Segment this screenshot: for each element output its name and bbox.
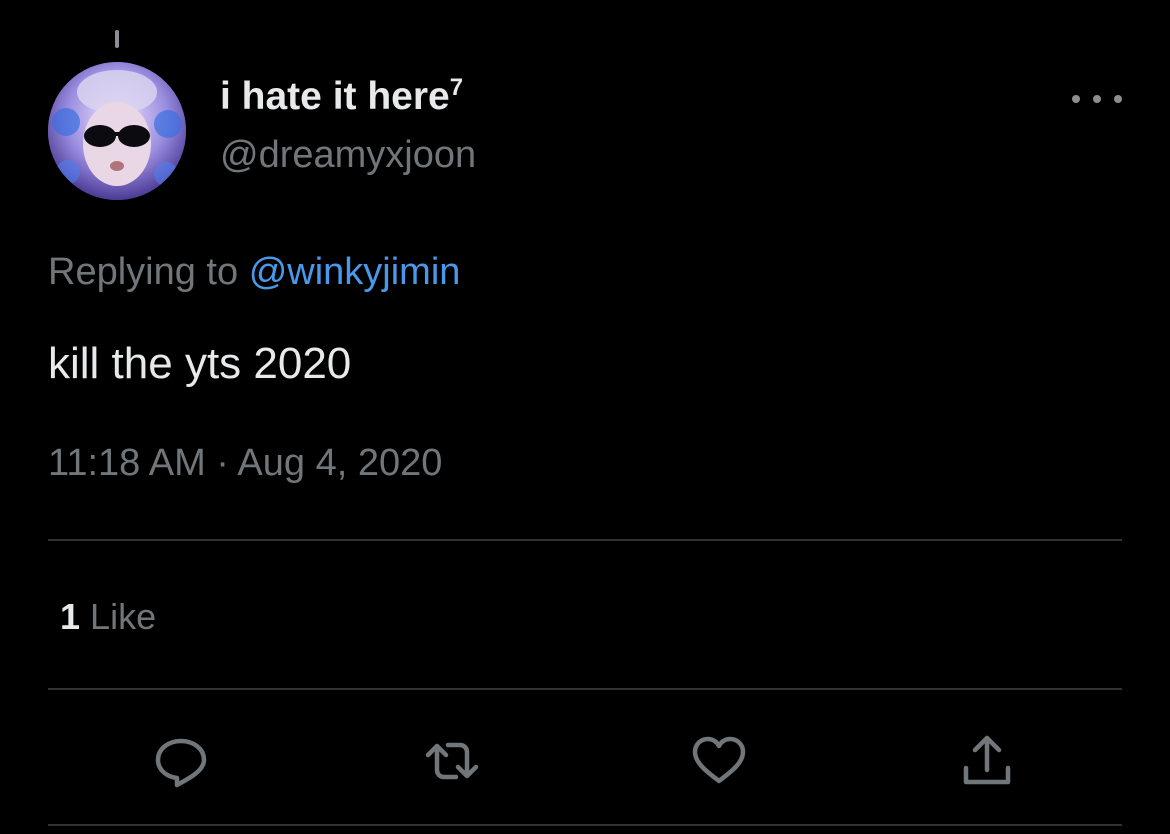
divider [48, 824, 1122, 826]
more-dot-icon [1114, 95, 1122, 103]
reply-button[interactable] [152, 732, 210, 790]
replying-to-label: Replying to [48, 251, 239, 293]
divider [48, 688, 1122, 690]
reply-icon [155, 738, 207, 788]
thread-connector-line [115, 30, 119, 48]
avatar[interactable] [48, 62, 186, 200]
display-name[interactable]: i hate it here7 [220, 74, 463, 119]
replying-to-mention[interactable]: @winkyjimin [249, 251, 461, 293]
retweet-button[interactable] [423, 732, 481, 790]
likes-count: 1 [60, 596, 81, 637]
likes-label: Like [90, 596, 157, 637]
share-icon [963, 735, 1011, 785]
more-dot-icon [1072, 95, 1080, 103]
more-dot-icon [1093, 95, 1101, 103]
user-handle[interactable]: @dreamyxjoon [220, 134, 476, 177]
more-options-button[interactable] [1072, 84, 1122, 114]
share-button[interactable] [958, 732, 1016, 790]
tweet-text: kill the yts 2020 [48, 339, 352, 388]
display-name-superscript: 7 [449, 74, 464, 101]
likes-stat[interactable]: 1 Like [60, 596, 156, 638]
divider [48, 539, 1122, 541]
display-name-text: i hate it here [220, 75, 450, 118]
retweet-icon [425, 742, 479, 780]
like-icon [692, 736, 746, 784]
like-button[interactable] [690, 732, 748, 790]
tweet-timestamp[interactable]: 11:18 AM · Aug 4, 2020 [48, 442, 442, 485]
replying-to-line: Replying to @winkyjimin [48, 251, 460, 294]
